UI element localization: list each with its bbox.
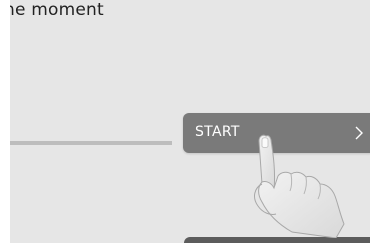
app-screen: ne moment START (10, 0, 370, 243)
screen-heading: ne moment (10, 0, 104, 20)
start-button-label: START (195, 124, 240, 140)
progress-divider (10, 141, 172, 145)
tap-hand-icon (254, 134, 345, 238)
